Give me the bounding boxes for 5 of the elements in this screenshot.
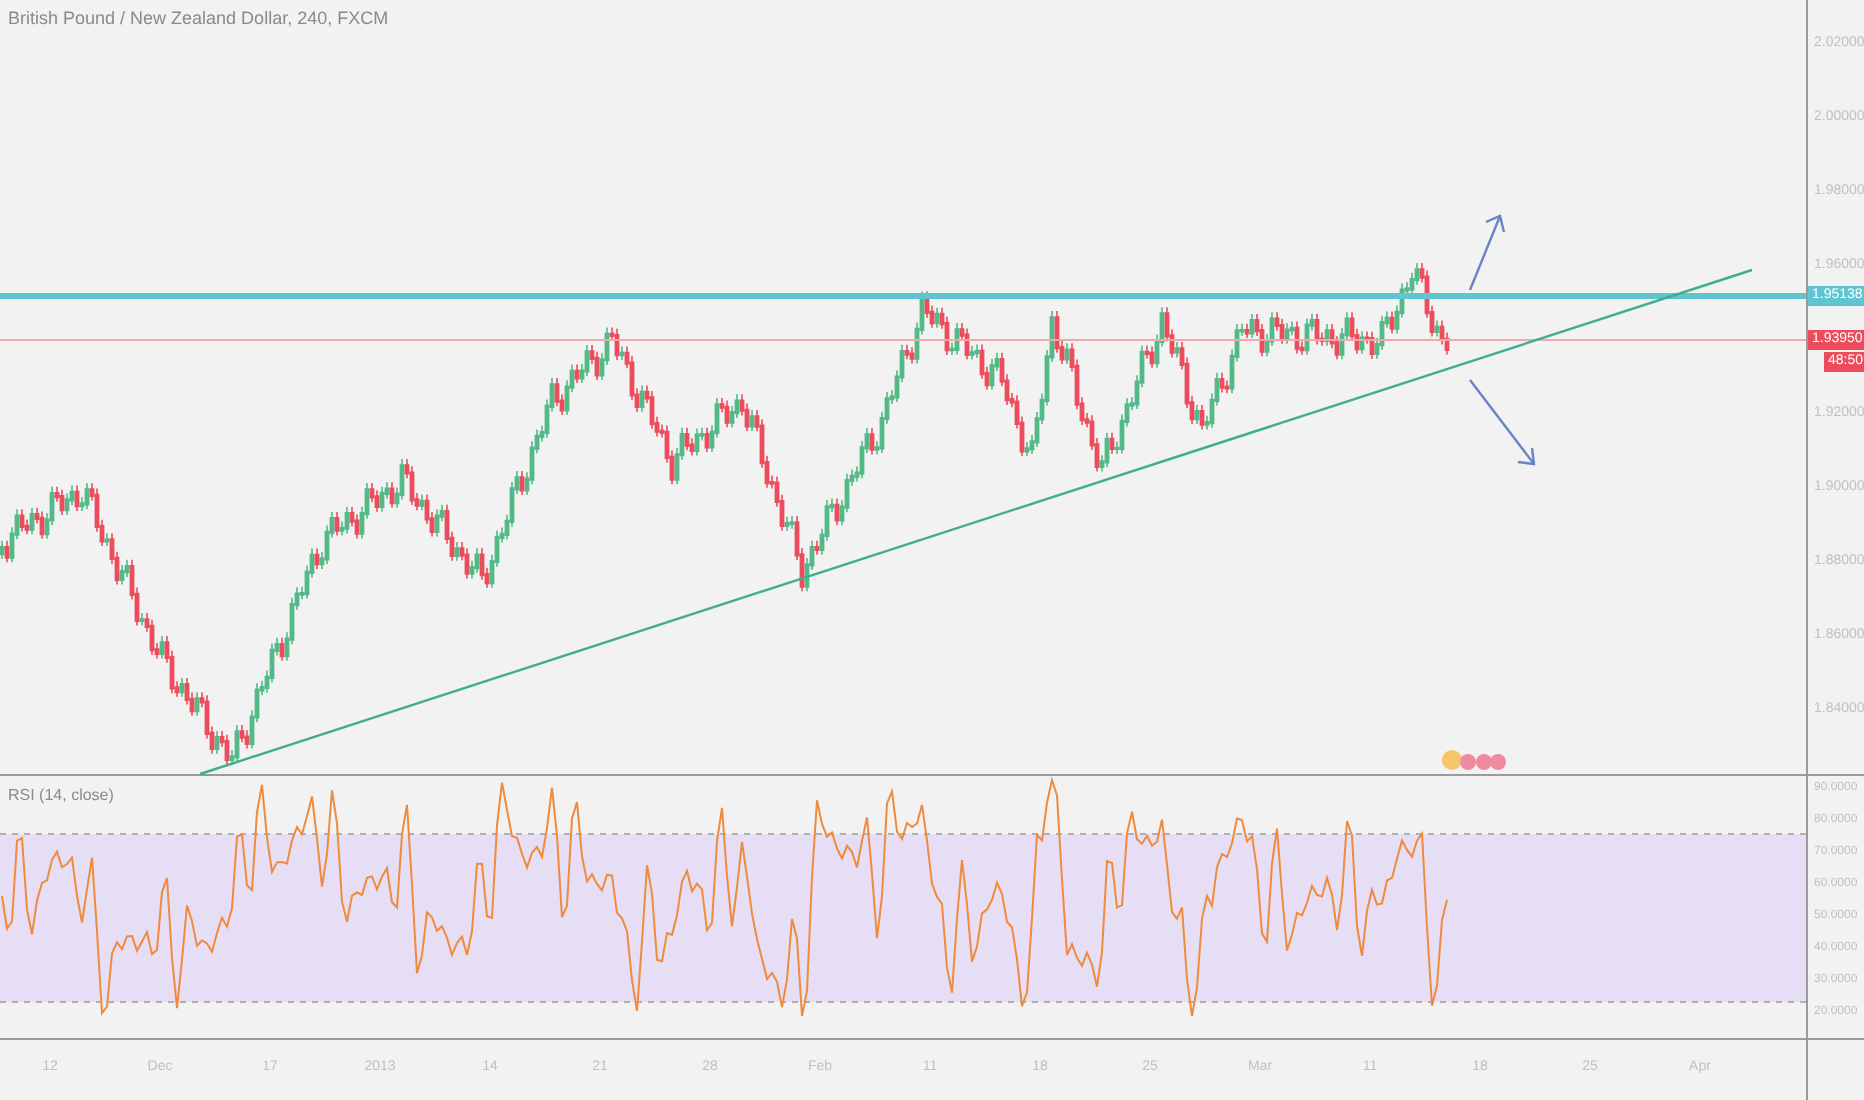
down-arrow: [1469, 379, 1536, 466]
rsi-title: RSI (14, close): [8, 784, 114, 808]
chart-title: British Pound / New Zealand Dollar, 240, FXCM: [8, 6, 389, 32]
event-marker-icon: [1442, 750, 1506, 770]
up-arrow: [1468, 214, 1506, 291]
